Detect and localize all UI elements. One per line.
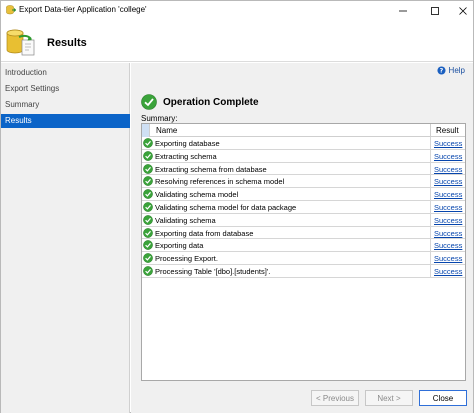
column-divider (430, 137, 431, 150)
row-name: Processing Table '[dbo].[students]'. (155, 267, 271, 276)
next-button[interactable]: Next > (365, 390, 413, 406)
maximize-button[interactable] (421, 1, 449, 20)
close-button[interactable]: Close (419, 390, 467, 406)
row-result-link[interactable]: Success (434, 190, 462, 199)
checkmark-circle-icon (143, 189, 153, 200)
row-name: Validating schema (155, 215, 216, 225)
operation-status: Operation Complete (141, 94, 259, 110)
row-name: Exporting data (155, 241, 204, 251)
sidebar-item-export-settings[interactable]: Export Settings (1, 82, 130, 96)
close-window-button[interactable] (449, 1, 474, 20)
sidebar-item-summary[interactable]: Summary (1, 98, 130, 112)
table-row[interactable]: Extracting schema Success (142, 149, 465, 163)
row-name: Validating schema model for data package (155, 203, 297, 212)
row-name: Exporting database (155, 139, 220, 148)
checkmark-circle-icon (143, 163, 153, 174)
checkmark-circle-icon (141, 94, 157, 110)
column-divider (430, 162, 431, 176)
table-row[interactable]: Exporting database Success (142, 137, 465, 150)
summary-label: Summary: (141, 114, 178, 123)
column-divider (430, 265, 431, 278)
database-export-icon (6, 5, 16, 15)
table-row[interactable]: Validating schema model Success (142, 188, 465, 201)
row-result-link[interactable]: Success (434, 216, 462, 225)
row-name: Extracting schema from database (155, 164, 267, 174)
table-header: Name Result (142, 124, 465, 137)
column-header-result[interactable]: Result (436, 126, 459, 135)
window-title: Export Data-tier Application 'college' (19, 5, 147, 14)
row-name: Exporting data from database (155, 228, 254, 238)
table-row[interactable]: Processing Table '[dbo].[students]'. Succ… (142, 265, 465, 278)
checkmark-circle-icon (143, 214, 153, 225)
row-result-link[interactable]: Success (434, 254, 462, 263)
row-result-link[interactable]: Success (434, 152, 462, 161)
sidebar-item-results[interactable]: Results (1, 114, 130, 128)
table-row[interactable]: Validating schema model for data package… (142, 201, 465, 214)
checkmark-circle-icon (143, 266, 153, 276)
column-divider (430, 252, 431, 265)
row-result-link[interactable]: Success (434, 267, 462, 276)
column-divider (430, 175, 431, 189)
help-icon: ? (436, 66, 446, 75)
title-bar[interactable]: Export Data-tier Application 'college' (1, 1, 473, 20)
row-result-link[interactable]: Success (434, 165, 462, 174)
column-divider (430, 226, 431, 240)
row-result-link[interactable]: Success (434, 203, 462, 212)
export-dialog-window: Export Data-tier Application 'college' R… (0, 0, 474, 413)
row-result-link[interactable]: Success (434, 177, 462, 186)
table-row[interactable]: Processing Export. Success (142, 252, 465, 265)
checkmark-circle-icon (143, 150, 153, 161)
row-name: Validating schema model (155, 190, 239, 200)
table-row[interactable]: Resolving references in schema model Succ… (142, 175, 465, 189)
database-export-icon (6, 29, 35, 56)
table-row[interactable]: Validating schema Success (142, 213, 465, 227)
minimize-icon (399, 10, 407, 11)
row-result-link[interactable]: Success (434, 241, 462, 250)
column-divider (430, 124, 431, 137)
svg-text:?: ? (439, 68, 443, 75)
column-divider (430, 213, 431, 227)
table-row[interactable]: Extracting schema from database Success (142, 162, 465, 176)
sidebar-item-introduction[interactable]: Introduction (1, 66, 130, 80)
checkmark-circle-icon (143, 253, 153, 264)
row-result-link[interactable]: Success (434, 229, 462, 238)
maximize-icon (431, 6, 439, 15)
checkmark-circle-icon (143, 240, 153, 251)
minimize-button[interactable] (389, 1, 417, 20)
results-table: Name Result Exporting database Success Ext… (141, 123, 466, 381)
previous-button[interactable]: < Previous (311, 390, 359, 406)
page-header: Results (1, 20, 473, 62)
wizard-sidebar: Introduction Export Settings Summary Res… (1, 63, 130, 413)
table-row[interactable]: Exporting data from database Success (142, 226, 465, 240)
operation-title: Operation Complete (163, 96, 259, 108)
checkmark-circle-icon (143, 202, 153, 212)
close-icon (459, 6, 467, 15)
results-panel: ? Help Operation Complete Summary: Name … (131, 63, 473, 413)
help-link[interactable]: ? Help (436, 66, 465, 75)
checkmark-circle-icon (143, 227, 153, 238)
column-divider (430, 239, 431, 253)
row-name: Processing Export. (155, 254, 218, 264)
row-name: Resolving references in schema model (155, 177, 285, 187)
help-label: Help (448, 66, 465, 75)
column-divider (430, 188, 431, 201)
row-name: Extracting schema (155, 151, 217, 161)
checkmark-circle-icon (143, 138, 153, 148)
column-divider (430, 149, 431, 163)
row-selector-header[interactable] (142, 124, 150, 137)
table-row[interactable]: Exporting data Success (142, 239, 465, 253)
column-header-name[interactable]: Name (156, 126, 177, 135)
column-divider (430, 201, 431, 214)
checkmark-circle-icon (143, 176, 153, 187)
row-result-link[interactable]: Success (434, 139, 462, 148)
page-title: Results (47, 37, 87, 49)
